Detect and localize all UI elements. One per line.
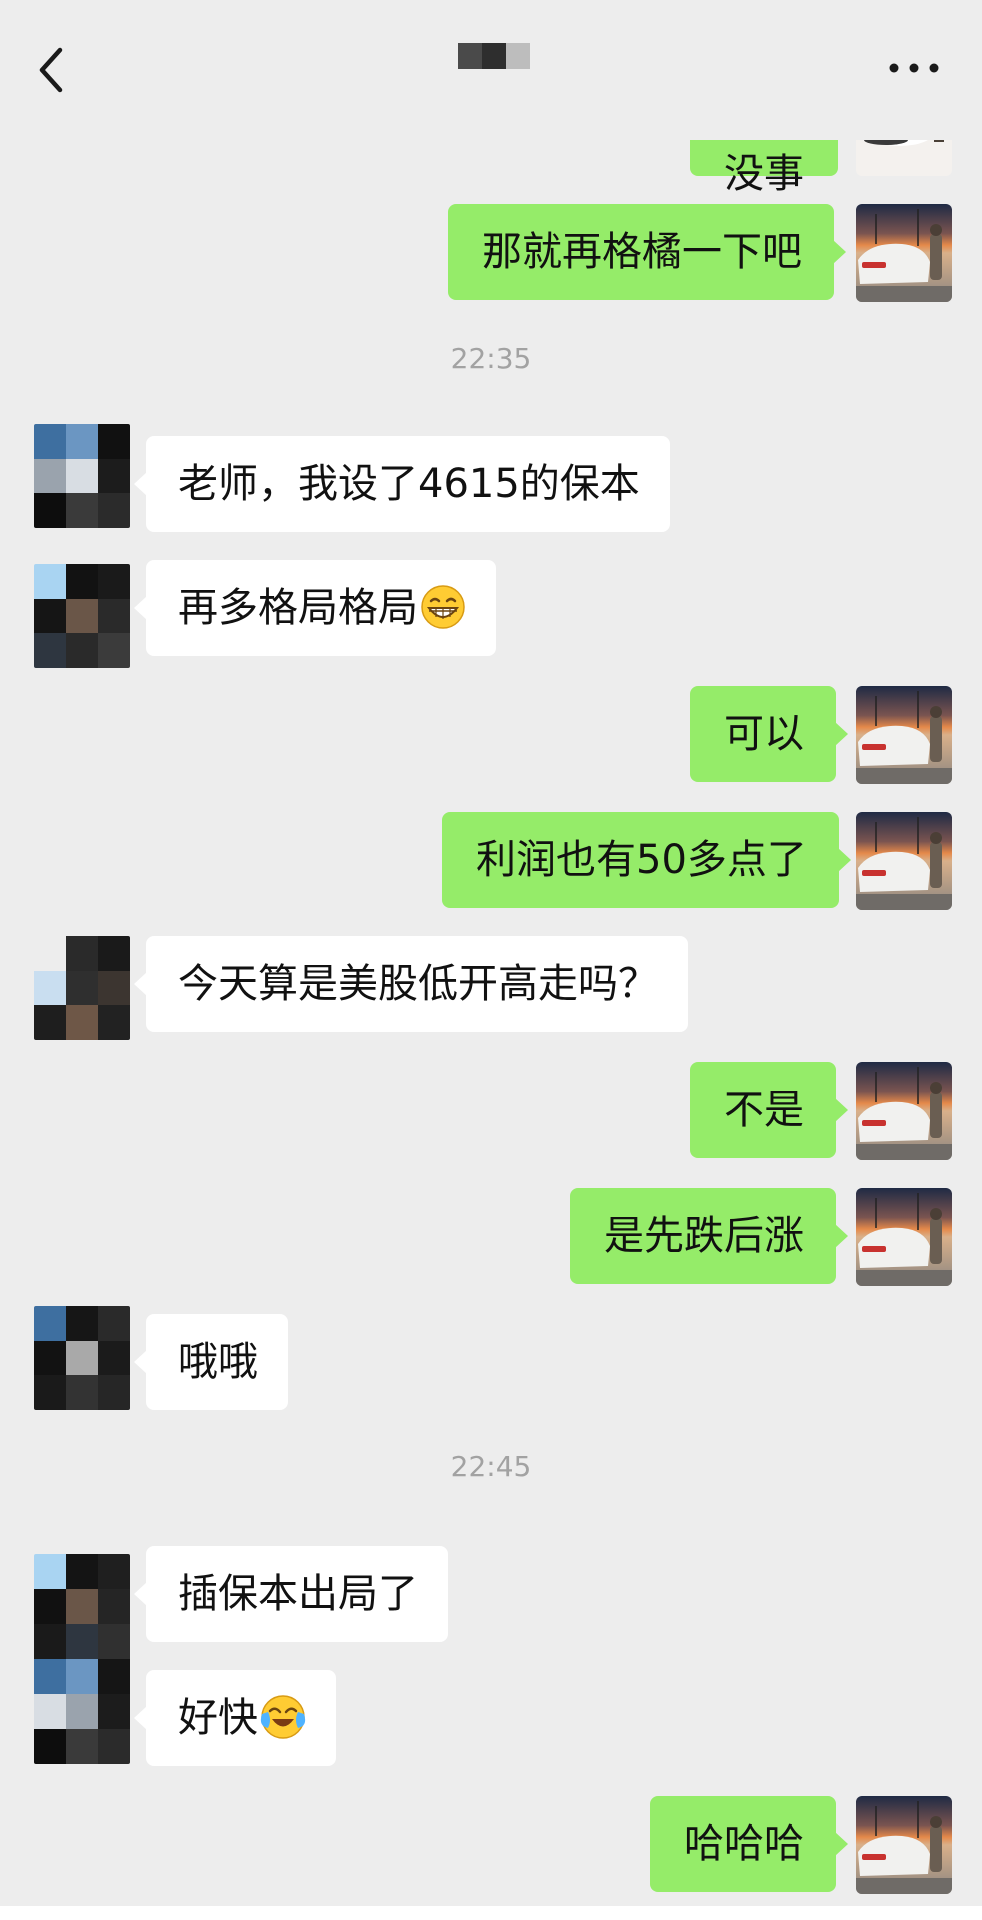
back-button[interactable] [28, 40, 80, 100]
my-avatar[interactable] [856, 812, 952, 910]
my-avatar[interactable] [856, 686, 952, 784]
message-text: 利润也有50多点了 [476, 837, 807, 883]
contact-message-bubble[interactable]: 今天算是美股低开高走吗？ [134, 936, 688, 1032]
car-avatar-image [856, 204, 952, 302]
chat-area: 没事 那就再格橘一下吧 22:35 老师，我设了4615的保本 再多格局格局 可… [0, 0, 982, 1920]
my-message-bubble[interactable]: 哈哈哈 [650, 1796, 848, 1892]
crying-laughing-emoji-icon [260, 1695, 306, 1739]
message-text: 插保本出局了 [178, 1571, 418, 1617]
contact-message-bubble[interactable]: 老师，我设了4615的保本 [134, 436, 670, 532]
message-text: 是先跌后涨 [604, 1213, 804, 1259]
car-avatar-image [856, 1062, 952, 1160]
contact-avatar-mosaic[interactable] [34, 1306, 130, 1410]
contact-avatar-mosaic[interactable] [34, 424, 130, 528]
message-text: 没事 [724, 151, 804, 197]
message-text: 今天算是美股低开高走吗？ [178, 961, 658, 1007]
contact-name-redacted [458, 43, 530, 69]
message-text: 哈哈哈 [684, 1821, 804, 1867]
contact-avatar-mosaic[interactable] [34, 1554, 130, 1764]
message-text: 好快 [178, 1695, 258, 1741]
contact-message-bubble[interactable]: 好快 [134, 1670, 336, 1766]
contact-avatar-mosaic[interactable] [34, 936, 130, 1040]
car-avatar-image [856, 1796, 952, 1894]
my-message-bubble[interactable]: 那就再格橘一下吧 [448, 204, 846, 300]
my-avatar[interactable] [856, 1796, 952, 1894]
message-text: 不是 [724, 1087, 804, 1133]
car-avatar-image [856, 812, 952, 910]
car-avatar-image [856, 686, 952, 784]
car-avatar-image [856, 1188, 952, 1286]
contact-message-bubble[interactable]: 再多格局格局 [134, 560, 496, 656]
message-text: 哦哦 [178, 1339, 258, 1385]
my-message-bubble[interactable]: 可以 [690, 686, 848, 782]
my-avatar[interactable] [856, 1188, 952, 1286]
chat-header [0, 0, 982, 140]
more-button[interactable] [884, 48, 944, 88]
bottom-edge [0, 1906, 982, 1920]
my-message-bubble[interactable]: 不是 [690, 1062, 848, 1158]
my-avatar[interactable] [856, 204, 952, 302]
my-message-bubble[interactable]: 是先跌后涨 [570, 1188, 848, 1284]
contact-avatar-mosaic[interactable] [34, 564, 130, 668]
chevron-left-icon [39, 47, 63, 93]
more-dots-icon [889, 63, 939, 73]
message-text: 再多格局格局 [178, 585, 418, 631]
my-avatar[interactable] [856, 1062, 952, 1160]
contact-message-bubble[interactable]: 插保本出局了 [134, 1546, 448, 1642]
message-text: 那就再格橘一下吧 [482, 229, 802, 275]
message-text: 可以 [724, 711, 804, 757]
grinning-emoji-icon [421, 585, 465, 629]
message-text: 老师，我设了4615的保本 [178, 461, 640, 507]
contact-message-bubble[interactable]: 哦哦 [134, 1314, 288, 1410]
timestamp: 22:35 [450, 342, 532, 375]
my-message-bubble[interactable]: 利润也有50多点了 [442, 812, 851, 908]
timestamp: 22:45 [450, 1450, 532, 1483]
